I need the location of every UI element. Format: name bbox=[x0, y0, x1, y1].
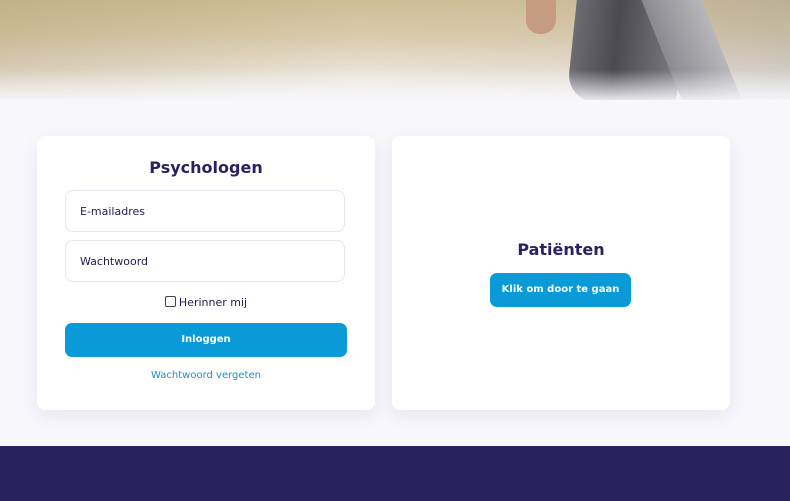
email-field[interactable]: E-mailadres bbox=[65, 190, 345, 232]
remember-me: Herinner mij bbox=[37, 296, 375, 309]
remember-me-label[interactable]: Herinner mij bbox=[179, 296, 247, 309]
login-button[interactable]: Inloggen bbox=[65, 323, 347, 357]
hero-hand bbox=[526, 0, 556, 34]
hero-banner-image bbox=[0, 0, 790, 100]
continue-button[interactable]: Klik om door te gaan bbox=[490, 273, 631, 307]
password-placeholder: Wachtwoord bbox=[80, 255, 149, 268]
password-field[interactable]: Wachtwoord bbox=[65, 240, 345, 282]
psychologists-title: Psychologen bbox=[149, 158, 263, 177]
hero-fade bbox=[0, 70, 790, 100]
forgot-password-link[interactable]: Wachtwoord vergeten bbox=[37, 370, 375, 381]
email-placeholder: E-mailadres bbox=[80, 205, 145, 218]
footer bbox=[0, 446, 790, 501]
patients-card: Patiënten Klik om door te gaan bbox=[392, 136, 730, 410]
remember-me-checkbox[interactable] bbox=[164, 296, 176, 307]
psychologists-login-card: Psychologen E-mailadres Wachtwoord Herin… bbox=[37, 136, 375, 410]
patients-title: Patiënten bbox=[517, 240, 605, 259]
